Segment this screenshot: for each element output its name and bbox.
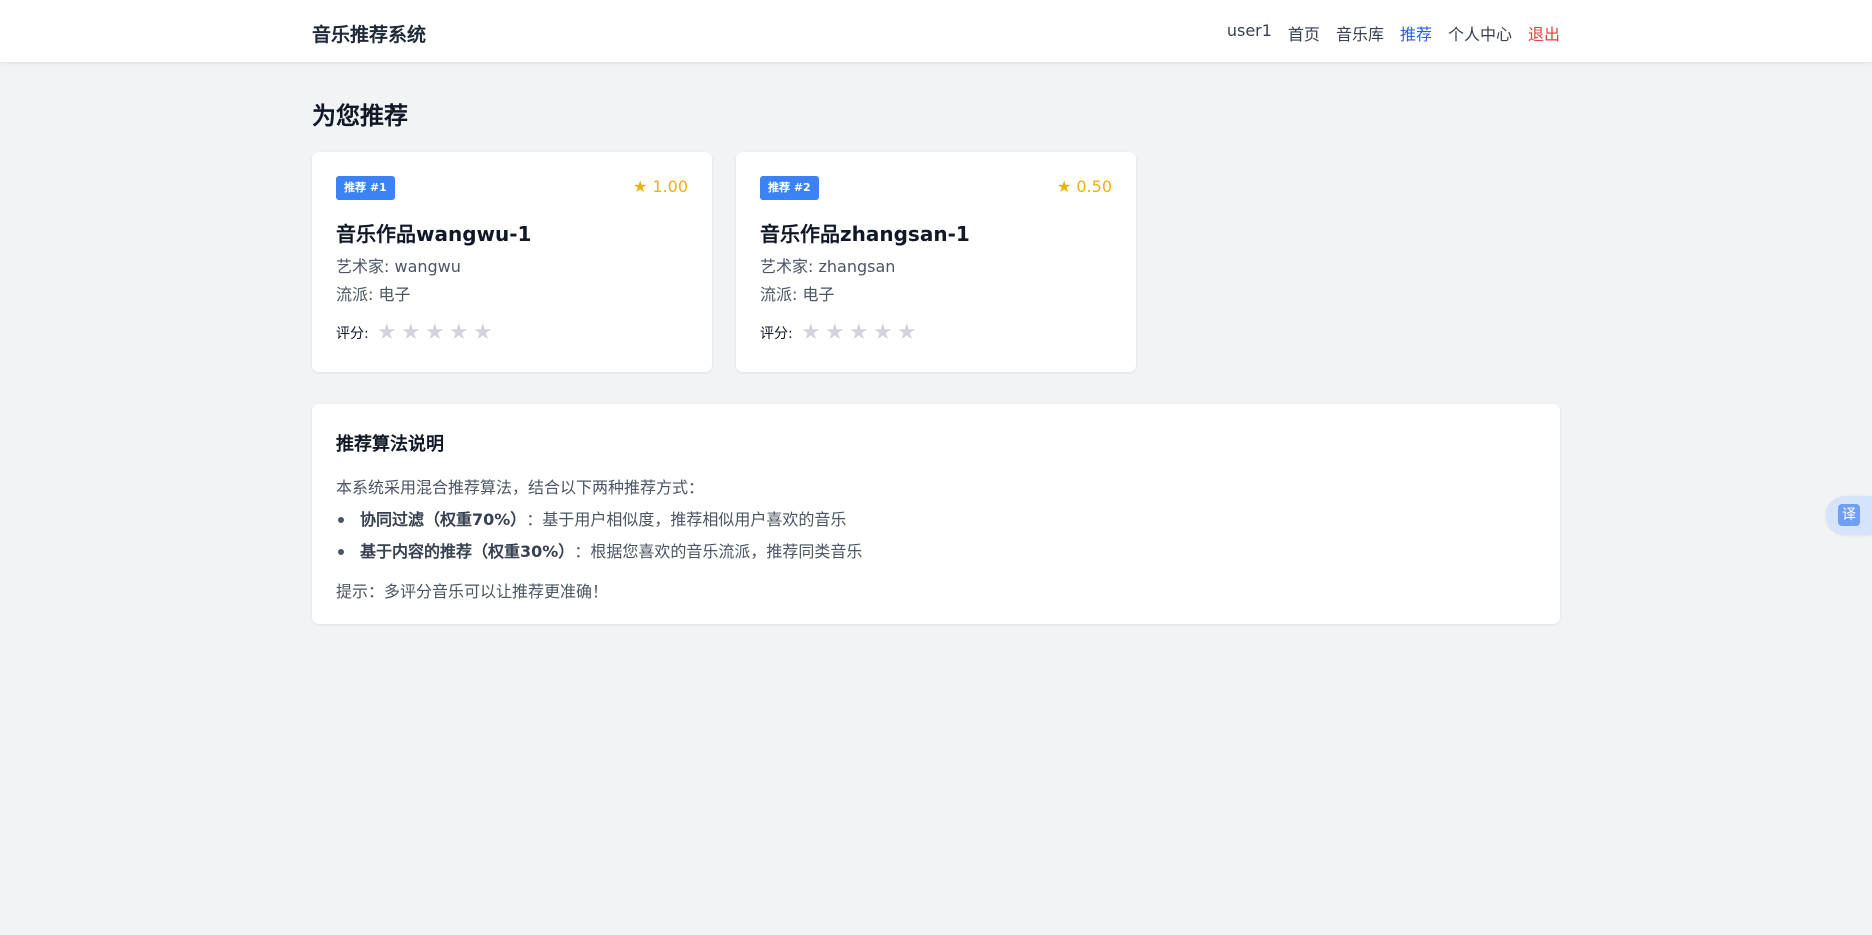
rank-badge: 推荐 #2 <box>760 176 819 200</box>
navbar: 音乐推荐系统 user1 首页 音乐库 推荐 个人中心 退出 <box>0 0 1872 63</box>
algorithm-tip: 提示：多评分音乐可以让推荐更准确！ <box>336 582 609 601</box>
nav-home[interactable]: 首页 <box>1288 21 1320 45</box>
rating-star-3[interactable]: ★ <box>847 322 871 344</box>
rating-label: 评分: <box>336 326 369 342</box>
song-artist: 艺术家: zhangsan <box>760 257 896 276</box>
list-item: 基于内容的推荐（权重30%） ：根据您喜欢的音乐流派，推荐同类音乐 <box>336 536 862 568</box>
rating-widget: 评分: ★ ★ ★ ★ ★ <box>336 322 495 344</box>
recommendation-card: 推荐 #2 ★ 0.50 音乐作品zhangsan-1 艺术家: zhangsa… <box>736 152 1136 372</box>
method-description: ：基于用户相似度，推荐相似用户喜欢的音乐 <box>526 510 847 529</box>
nav-profile[interactable]: 个人中心 <box>1448 21 1512 45</box>
song-genre: 流派: 电子 <box>336 285 411 304</box>
recommendation-card: 推荐 #1 ★ 1.00 音乐作品wangwu-1 艺术家: wangwu 流派… <box>312 152 712 372</box>
rank-badge: 推荐 #1 <box>336 176 395 200</box>
algorithm-panel: 推荐算法说明 本系统采用混合推荐算法，结合以下两种推荐方式： 协同过滤（权重70… <box>312 404 1560 624</box>
recommendation-score: ★ 1.00 <box>632 177 688 196</box>
method-description: ：根据您喜欢的音乐流派，推荐同类音乐 <box>574 542 863 561</box>
rating-star-5[interactable]: ★ <box>471 322 495 344</box>
algorithm-title: 推荐算法说明 <box>336 434 444 455</box>
nav-menu: user1 首页 音乐库 推荐 个人中心 退出 <box>1227 21 1560 45</box>
translate-button[interactable]: 译 <box>1826 496 1872 534</box>
algorithm-intro: 本系统采用混合推荐算法，结合以下两种推荐方式： <box>336 478 705 497</box>
rating-star-2[interactable]: ★ <box>823 322 847 344</box>
translate-icon: 译 <box>1838 504 1860 526</box>
method-name: 基于内容的推荐（权重30%） <box>360 542 575 561</box>
rating-star-4[interactable]: ★ <box>447 322 471 344</box>
brand-title[interactable]: 音乐推荐系统 <box>312 20 426 47</box>
recommendation-score: ★ 0.50 <box>1056 177 1112 196</box>
rating-star-5[interactable]: ★ <box>895 322 919 344</box>
method-name: 协同过滤（权重70%） <box>360 510 527 529</box>
bullet-icon <box>338 517 344 523</box>
nav-user[interactable]: user1 <box>1227 21 1272 45</box>
rating-star-2[interactable]: ★ <box>399 322 423 344</box>
song-title[interactable]: 音乐作品wangwu-1 <box>336 218 531 247</box>
bullet-icon <box>338 549 344 555</box>
rating-label: 评分: <box>760 326 793 342</box>
song-title[interactable]: 音乐作品zhangsan-1 <box>760 218 970 247</box>
rating-star-1[interactable]: ★ <box>375 322 399 344</box>
rating-star-4[interactable]: ★ <box>871 322 895 344</box>
nav-logout[interactable]: 退出 <box>1528 21 1560 45</box>
nav-library[interactable]: 音乐库 <box>1336 21 1384 45</box>
rating-star-1[interactable]: ★ <box>799 322 823 344</box>
nav-recommend[interactable]: 推荐 <box>1400 21 1432 45</box>
list-item: 协同过滤（权重70%） ：基于用户相似度，推荐相似用户喜欢的音乐 <box>336 504 862 536</box>
rating-star-3[interactable]: ★ <box>423 322 447 344</box>
song-genre: 流派: 电子 <box>760 285 835 304</box>
algorithm-list: 协同过滤（权重70%） ：基于用户相似度，推荐相似用户喜欢的音乐 基于内容的推荐… <box>336 504 862 568</box>
song-artist: 艺术家: wangwu <box>336 257 461 276</box>
page-title: 为您推荐 <box>312 102 408 130</box>
rating-widget: 评分: ★ ★ ★ ★ ★ <box>760 322 919 344</box>
